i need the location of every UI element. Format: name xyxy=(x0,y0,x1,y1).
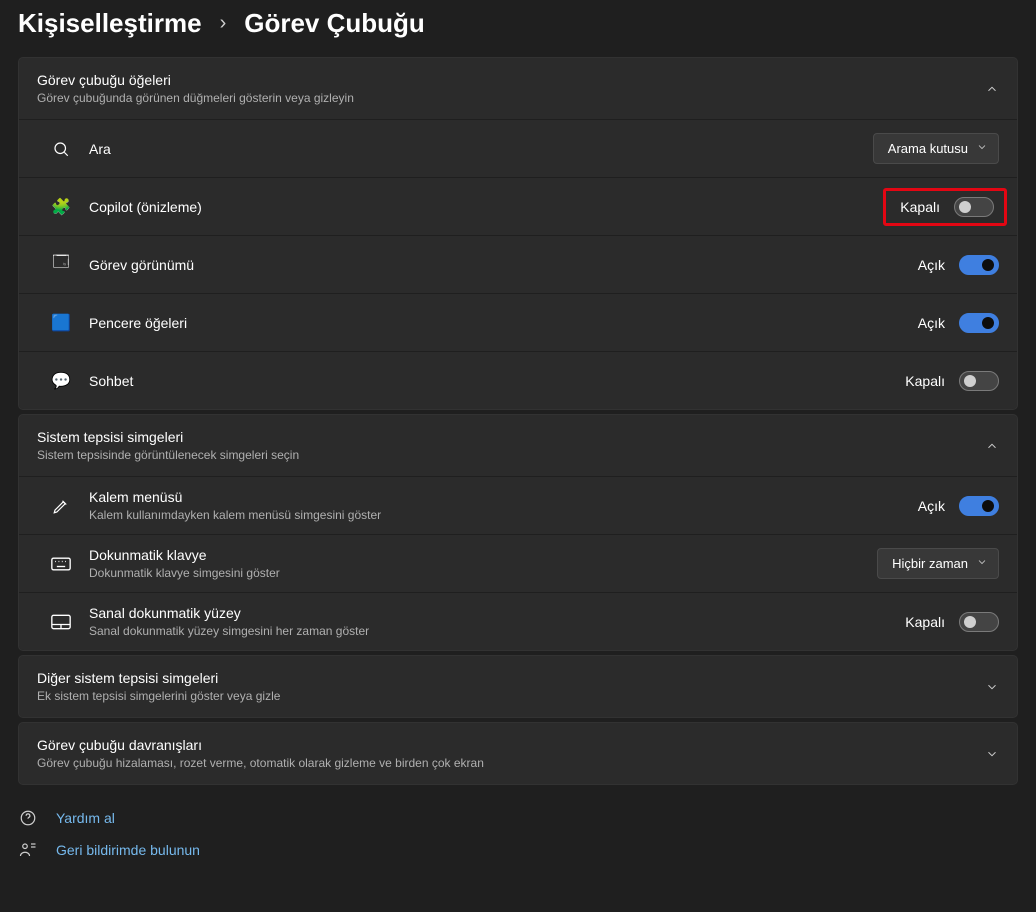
row-chat: 💬 Sohbet Kapalı xyxy=(19,351,1017,409)
toggle-state-text: Açık xyxy=(918,257,945,273)
panel-subtitle: Görev çubuğu hizalaması, rozet verme, ot… xyxy=(37,756,484,770)
panel-system-tray: Sistem tepsisi simgeleri Sistem tepsisin… xyxy=(18,414,1018,651)
toggle-state-text: Kapalı xyxy=(905,373,945,389)
panel-header-taskbar-behaviors[interactable]: Görev çubuğu davranışları Görev çubuğu h… xyxy=(19,723,1017,784)
dropdown-value: Arama kutusu xyxy=(888,141,968,156)
panel-subtitle: Sistem tepsisinde görüntülenecek simgele… xyxy=(37,448,299,462)
dropdown-value: Hiçbir zaman xyxy=(892,556,968,571)
link-label: Geri bildirimde bulunun xyxy=(56,842,200,858)
breadcrumb-current: Görev Çubuğu xyxy=(244,8,425,39)
row-virtual-touchpad: Sanal dokunmatik yüzey Sanal dokunmatik … xyxy=(19,592,1017,650)
breadcrumb: Kişiselleştirme › Görev Çubuğu xyxy=(0,0,1036,57)
link-label: Yardım al xyxy=(56,810,115,826)
panel-header-taskbar-items[interactable]: Görev çubuğu öğeleri Görev çubuğunda gör… xyxy=(19,58,1017,119)
copilot-icon: 🧩 xyxy=(47,197,75,217)
row-pen-menu: Kalem menüsü Kalem kullanımdayken kalem … xyxy=(19,476,1017,534)
chevron-down-icon xyxy=(976,556,988,571)
row-subtitle: Sanal dokunmatik yüzey simgesini her zam… xyxy=(89,624,905,638)
toggle-copilot[interactable] xyxy=(954,197,994,217)
panel-title: Diğer sistem tepsisi simgeleri xyxy=(37,670,280,686)
chevron-down-icon xyxy=(976,141,988,156)
panel-subtitle: Görev çubuğunda görünen düğmeleri göster… xyxy=(37,91,354,105)
toggle-state-text: Açık xyxy=(918,315,945,331)
footer-links: Yardım al Geri bildirimde bulunun xyxy=(0,789,1036,879)
toggle-state-text: Açık xyxy=(918,498,945,514)
highlight-annotation: Kapalı xyxy=(883,188,1007,226)
row-widgets: 🟦 Pencere öğeleri Açık xyxy=(19,293,1017,351)
search-icon xyxy=(47,140,75,158)
help-icon xyxy=(18,809,38,827)
panel-subtitle: Ek sistem tepsisi simgelerini göster vey… xyxy=(37,689,280,703)
toggle-task-view[interactable] xyxy=(959,255,999,275)
panel-taskbar-behaviors: Görev çubuğu davranışları Görev çubuğu h… xyxy=(18,722,1018,785)
feedback-icon xyxy=(18,841,38,859)
row-copilot: 🧩 Copilot (önizleme) Kapalı xyxy=(19,177,1017,235)
row-task-view: 🗔 Görev görünümü Açık xyxy=(19,235,1017,293)
panel-header-system-tray[interactable]: Sistem tepsisi simgeleri Sistem tepsisin… xyxy=(19,415,1017,476)
chevron-up-icon xyxy=(985,82,999,96)
row-label: Dokunmatik klavye xyxy=(89,547,877,563)
breadcrumb-separator-icon: › xyxy=(220,12,227,35)
widgets-icon: 🟦 xyxy=(47,313,75,333)
link-get-help[interactable]: Yardım al xyxy=(18,809,1018,827)
panel-header-other-system-tray[interactable]: Diğer sistem tepsisi simgeleri Ek sistem… xyxy=(19,656,1017,717)
toggle-virtual-touchpad[interactable] xyxy=(959,612,999,632)
row-label: Ara xyxy=(89,141,873,157)
panel-other-system-tray: Diğer sistem tepsisi simgeleri Ek sistem… xyxy=(18,655,1018,718)
row-label: Sanal dokunmatik yüzey xyxy=(89,605,905,621)
link-give-feedback[interactable]: Geri bildirimde bulunun xyxy=(18,841,1018,859)
dropdown-search-mode[interactable]: Arama kutusu xyxy=(873,133,999,164)
row-touch-keyboard: Dokunmatik klavye Dokunmatik klavye simg… xyxy=(19,534,1017,592)
keyboard-icon xyxy=(47,557,75,571)
toggle-chat[interactable] xyxy=(959,371,999,391)
row-label: Pencere öğeleri xyxy=(89,315,918,331)
pen-icon xyxy=(47,497,75,515)
panel-taskbar-items: Görev çubuğu öğeleri Görev çubuğunda gör… xyxy=(18,57,1018,410)
dropdown-touch-keyboard[interactable]: Hiçbir zaman xyxy=(877,548,999,579)
panel-title: Görev çubuğu öğeleri xyxy=(37,72,354,88)
touchpad-icon xyxy=(47,614,75,630)
chevron-up-icon xyxy=(985,439,999,453)
breadcrumb-parent[interactable]: Kişiselleştirme xyxy=(18,8,202,39)
row-subtitle: Dokunmatik klavye simgesini göster xyxy=(89,566,877,580)
row-search: Ara Arama kutusu xyxy=(19,119,1017,177)
chat-icon: 💬 xyxy=(47,371,75,391)
toggle-state-text: Kapalı xyxy=(905,614,945,630)
toggle-state-text: Kapalı xyxy=(900,199,940,215)
panel-title: Sistem tepsisi simgeleri xyxy=(37,429,299,445)
task-view-icon: 🗔 xyxy=(47,251,75,278)
row-label: Kalem menüsü xyxy=(89,489,918,505)
row-subtitle: Kalem kullanımdayken kalem menüsü simges… xyxy=(89,508,918,522)
toggle-pen-menu[interactable] xyxy=(959,496,999,516)
chevron-down-icon xyxy=(985,680,999,694)
chevron-down-icon xyxy=(985,747,999,761)
toggle-widgets[interactable] xyxy=(959,313,999,333)
row-label: Copilot (önizleme) xyxy=(89,199,883,215)
row-label: Görev görünümü xyxy=(89,257,918,273)
panel-title: Görev çubuğu davranışları xyxy=(37,737,484,753)
row-label: Sohbet xyxy=(89,373,905,389)
